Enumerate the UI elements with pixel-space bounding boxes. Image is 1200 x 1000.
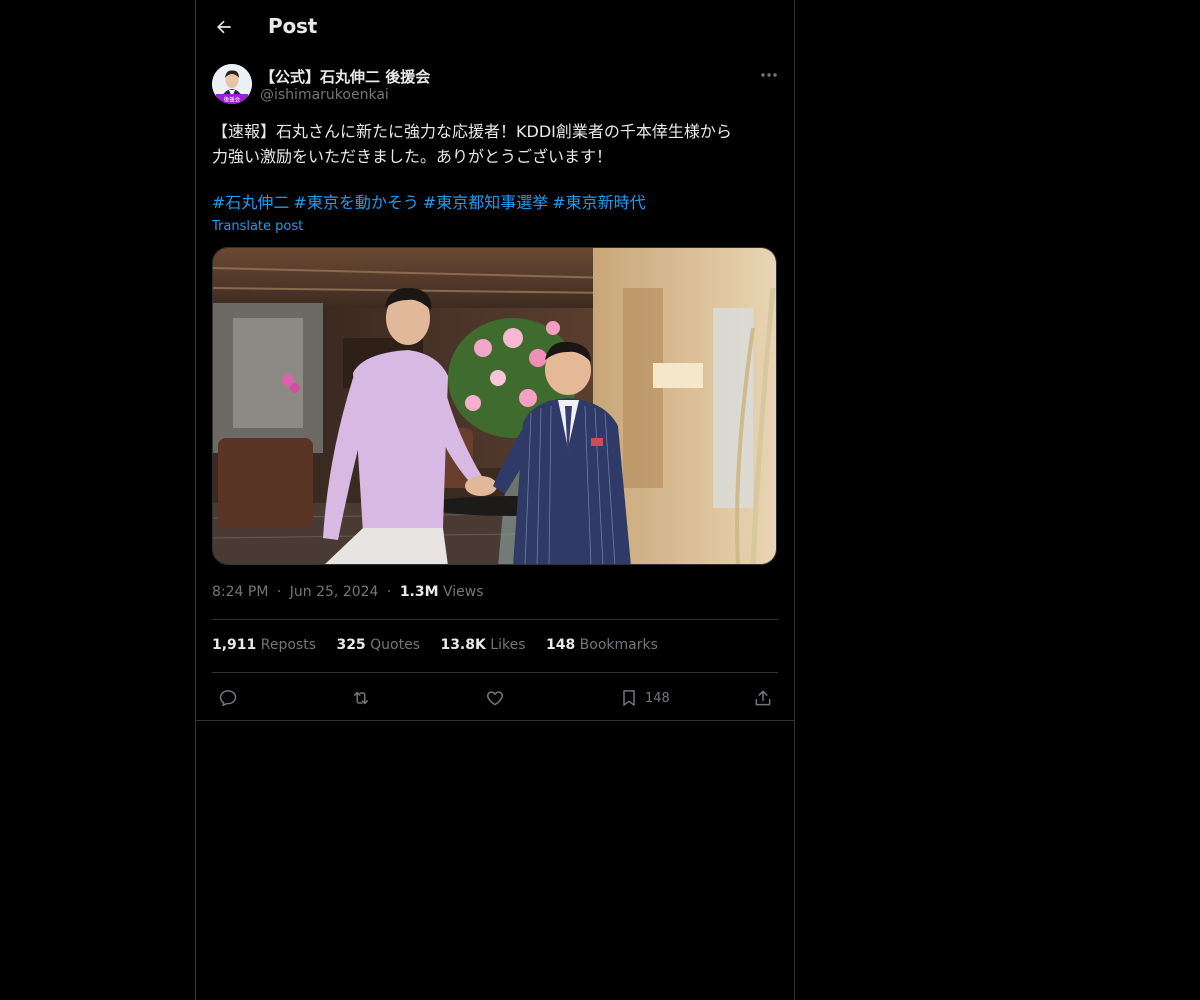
bookmark-button[interactable]: 148 xyxy=(619,680,670,716)
bookmark-icon xyxy=(623,690,635,706)
arrow-left-icon xyxy=(217,20,231,34)
views-label: Views xyxy=(443,584,484,600)
bookmarks-stat[interactable]: 148 Bookmarks xyxy=(546,637,658,653)
post-text: 【速報】石丸さんに新たに強力な応援者！KDDI創業者の千本倖生様から 力強い激励… xyxy=(212,119,778,169)
back-button[interactable] xyxy=(208,11,240,43)
post-date[interactable]: Jun 25, 2024 xyxy=(290,584,379,600)
reposts-label: Reposts xyxy=(260,637,316,653)
translate-post-link[interactable]: Translate post xyxy=(212,219,303,234)
hashtag-link[interactable]: #東京都知事選挙 xyxy=(423,193,548,212)
reply-icon xyxy=(219,690,237,707)
user-handle[interactable]: @ishimarukoenkai xyxy=(260,87,389,103)
repost-icon xyxy=(354,691,368,705)
post-header: Post xyxy=(196,0,794,54)
meta-separator: · xyxy=(386,584,392,600)
post-meta: 8:24 PM · Jun 25, 2024 · 1.3M Views xyxy=(212,584,484,600)
avatar[interactable]: 後援会 xyxy=(212,64,252,104)
likes-label: Likes xyxy=(490,637,526,653)
post-column: Post 後援会 【公式】石丸伸二 後援会 @ishimarukoenkai 【… xyxy=(195,0,795,1000)
engagement-stats: 1,911 Reposts 325 Quotes 13.8K Likes 148… xyxy=(212,637,674,653)
quotes-count: 325 xyxy=(336,637,366,653)
reply-button[interactable] xyxy=(218,680,238,716)
heart-icon xyxy=(486,691,504,706)
photo-image xyxy=(213,248,776,564)
hashtag-link[interactable]: #石丸伸二 xyxy=(212,193,289,212)
more-button[interactable] xyxy=(756,64,782,86)
more-horizontal-icon xyxy=(761,73,777,77)
avatar-image: 後援会 xyxy=(212,64,252,104)
share-icon xyxy=(755,690,771,706)
action-bar: 148 xyxy=(196,680,794,716)
post-media-photo[interactable] xyxy=(212,247,777,565)
bookmarks-count: 148 xyxy=(545,637,576,653)
bookmarks-label: Bookmarks xyxy=(579,637,658,653)
reposts-count: 1,911 xyxy=(212,637,257,653)
likes-count: 13.8K xyxy=(440,637,486,653)
bookmark-count: 148 xyxy=(645,690,670,706)
display-name[interactable]: 【公式】石丸伸二 後援会 xyxy=(260,66,430,87)
meta-separator: · xyxy=(276,584,282,600)
page-title: Post xyxy=(268,14,318,38)
hashtag-link[interactable]: #東京を動かそう xyxy=(293,193,418,212)
reposts-stat[interactable]: 1,911 Reposts xyxy=(212,637,316,653)
hashtag-list: #石丸伸二 #東京を動かそう #東京都知事選挙 #東京新時代 xyxy=(212,190,650,215)
divider xyxy=(196,720,794,721)
hashtag-link[interactable]: #東京新時代 xyxy=(552,193,645,212)
quotes-stat[interactable]: 325 Quotes xyxy=(336,637,420,653)
share-button[interactable] xyxy=(753,680,773,716)
quotes-label: Quotes xyxy=(370,637,420,653)
post-time[interactable]: 8:24 PM xyxy=(212,584,268,600)
likes-stat[interactable]: 13.8K Likes xyxy=(440,637,525,653)
divider xyxy=(212,619,778,620)
avatar-badge: 後援会 xyxy=(224,96,241,104)
post-text-line: 力強い激励をいただきました。ありがとうございます！ xyxy=(212,147,613,166)
post-text-line: 【速報】石丸さんに新たに強力な応援者！KDDI創業者の千本倖生様から xyxy=(212,122,732,141)
like-button[interactable] xyxy=(485,680,505,716)
views-count: 1.3M xyxy=(399,584,439,600)
repost-button[interactable] xyxy=(351,680,371,716)
divider xyxy=(212,672,778,673)
